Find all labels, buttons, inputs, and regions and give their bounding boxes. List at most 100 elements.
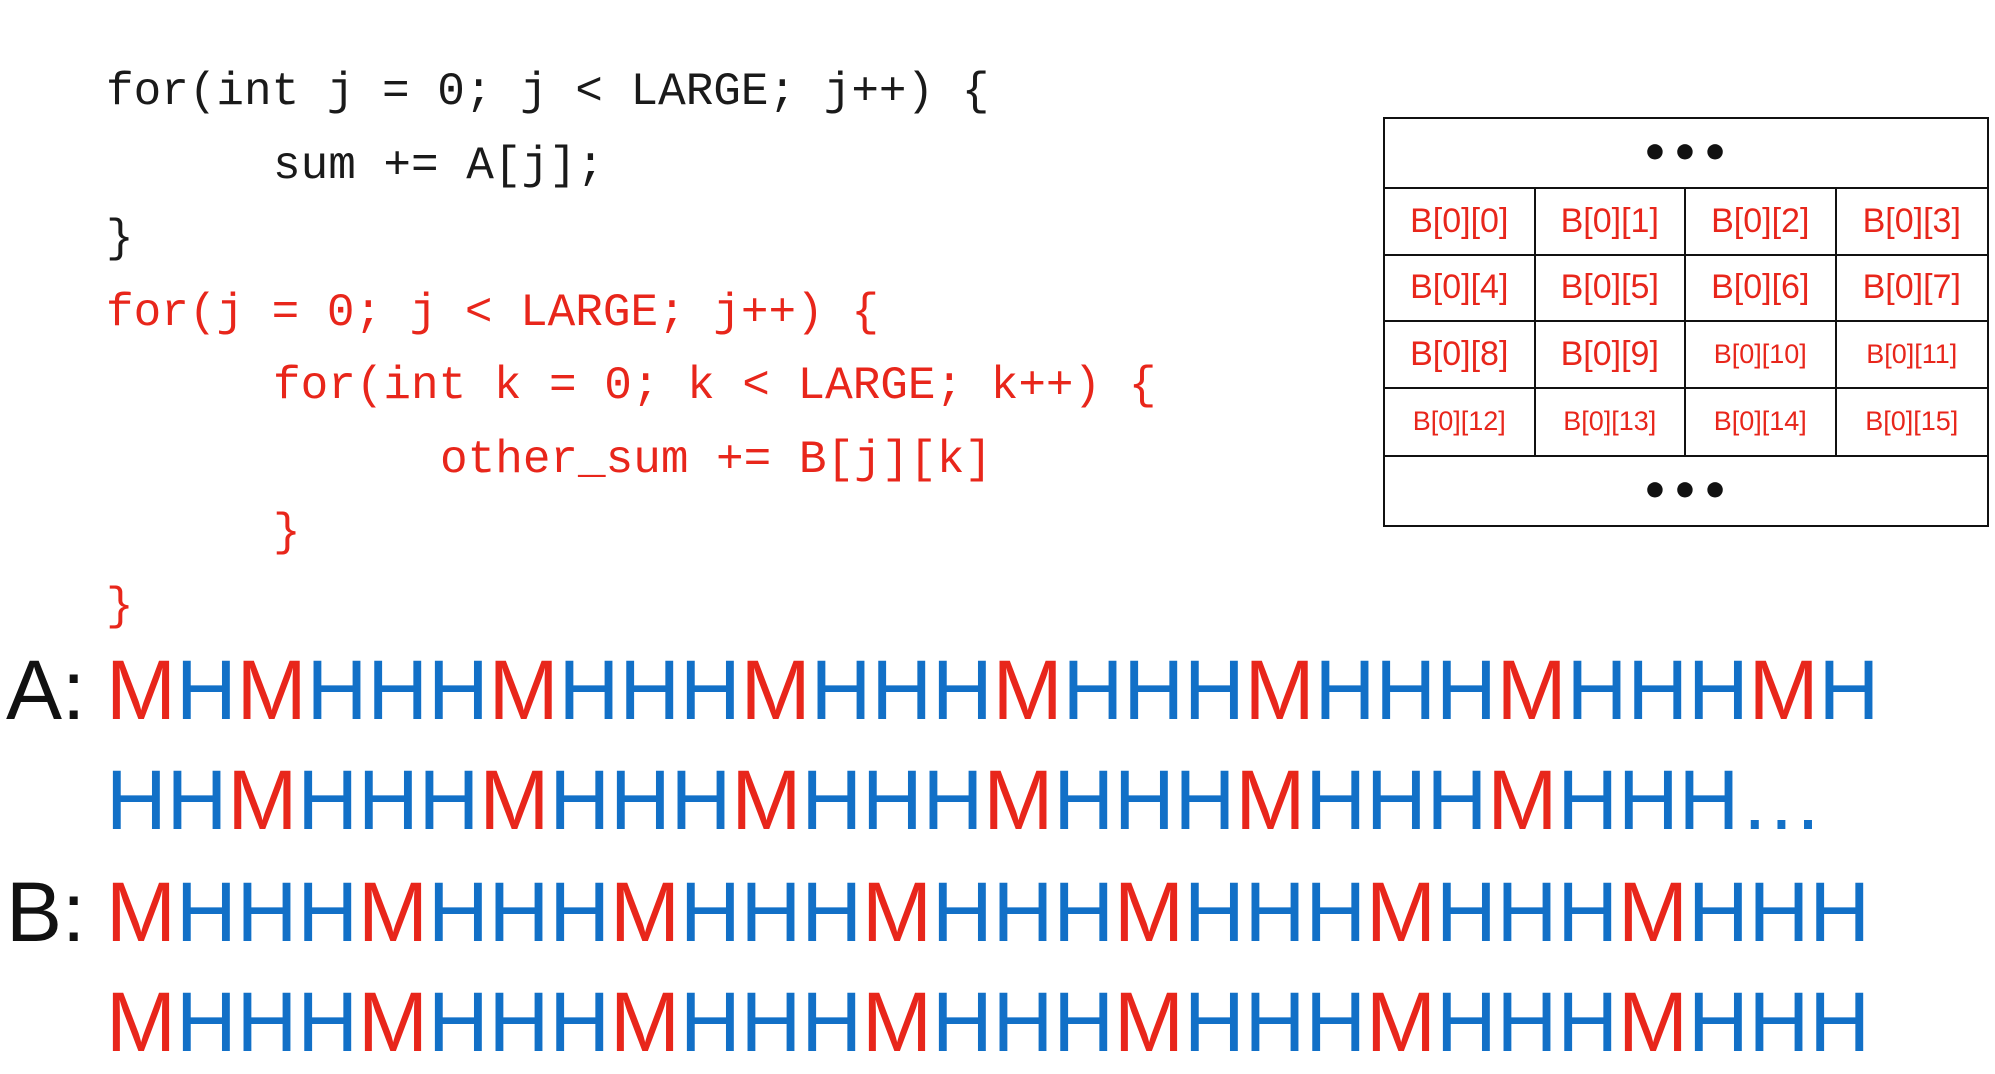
hit-mark: H: [1053, 975, 1114, 1069]
hit-mark: H: [1496, 865, 1558, 959]
hit-mark: H: [801, 975, 862, 1069]
hit-mark: H: [1183, 865, 1245, 959]
hit-mark: H: [558, 643, 620, 737]
hit-mark: H: [1557, 975, 1618, 1069]
hit-mark: H: [1435, 643, 1497, 737]
hit-mark: H: [1375, 643, 1436, 737]
hit-mark: H: [679, 643, 741, 737]
hit-mark: H: [1435, 975, 1497, 1069]
hit-mark: H: [549, 753, 610, 847]
miss-mark: M: [106, 975, 176, 1069]
hit-mark: H: [1809, 865, 1870, 959]
hit-mark: H: [931, 643, 993, 737]
miss-mark: M: [740, 643, 811, 737]
code-line: }: [106, 580, 134, 633]
miss-mark: M: [358, 865, 428, 959]
code-line: for(int k = 0; k < LARGE; k++) {: [273, 360, 1157, 412]
hit-mark: H: [1366, 753, 1427, 847]
hit-mark: H: [1496, 975, 1558, 1069]
miss-mark: M: [106, 643, 176, 737]
hit-mark: H: [549, 975, 610, 1069]
hit-mark: H: [670, 753, 732, 847]
hit-mark: H: [679, 865, 741, 959]
hit-mark: H: [1305, 753, 1366, 847]
hit-mark: H: [931, 975, 993, 1069]
memory-cell: B[0][11]: [1836, 322, 1987, 389]
miss-mark: M: [1114, 975, 1184, 1069]
pattern-b-line-1: MHHHMHHHMHHHMHHHMHHHMHHHMHHH: [106, 862, 1870, 962]
hit-mark: H: [367, 643, 428, 737]
memory-cell: B[0][7]: [1836, 256, 1987, 322]
hit-mark: H: [236, 865, 298, 959]
code-block: for(int j = 0; j < LARGE; j++) { sum += …: [0, 0, 1300, 640]
miss-mark: M: [358, 975, 428, 1069]
code-line: other_sum += B[j][k]: [440, 433, 993, 486]
miss-mark: M: [1496, 643, 1567, 737]
hit-mark: H: [1687, 975, 1749, 1069]
hit-mark: H: [1678, 753, 1740, 847]
memory-cells: B[0][0] B[0][1] B[0][2] B[0][3] B[0][4] …: [1385, 187, 1987, 457]
hit-mark: H: [549, 865, 610, 959]
hit-mark: H: [166, 753, 228, 847]
hit-mark: H: [1748, 975, 1810, 1069]
hit-mark: H: [1809, 975, 1870, 1069]
miss-mark: M: [106, 865, 176, 959]
hit-mark: H: [1305, 975, 1366, 1069]
memory-cell: B[0][9]: [1535, 322, 1686, 389]
memory-cell: B[0][14]: [1686, 388, 1837, 455]
miss-mark: M: [862, 975, 932, 1069]
hit-mark: H: [1123, 643, 1184, 737]
miss-mark: M: [1366, 865, 1436, 959]
hit-mark: H: [1183, 643, 1245, 737]
hit-mark: H: [418, 753, 480, 847]
hit-mark: H: [488, 975, 550, 1069]
hit-mark: H: [1435, 865, 1497, 959]
hit-mark: H: [1748, 865, 1810, 959]
code-line: for(j = 0; j < LARGE; j++) {: [106, 286, 879, 339]
pattern-b-label: B:: [6, 865, 86, 959]
miss-mark: M: [488, 643, 559, 737]
hit-mark: H: [297, 753, 358, 847]
continuation-mark: …: [1739, 753, 1824, 847]
hit-mark: H: [1618, 753, 1679, 847]
hit-mark: H: [175, 975, 237, 1069]
miss-mark: M: [1114, 865, 1184, 959]
code-line: for(int j = 0; j < LARGE; j++) {: [106, 66, 990, 118]
miss-mark: M: [1487, 753, 1558, 847]
hit-mark: H: [488, 865, 550, 959]
hit-mark: H: [679, 975, 741, 1069]
hit-mark: H: [992, 865, 1054, 959]
hit-mark: H: [922, 753, 984, 847]
hit-mark: H: [175, 643, 237, 737]
hit-mark: H: [1687, 643, 1749, 737]
miss-mark: M: [862, 865, 932, 959]
miss-mark: M: [1244, 643, 1315, 737]
code-line: }: [106, 213, 134, 265]
hit-mark: H: [1426, 753, 1488, 847]
hit-mark: H: [1244, 865, 1306, 959]
hit-mark: H: [1566, 643, 1628, 737]
memory-cell: B[0][4]: [1385, 255, 1536, 322]
hit-mark: H: [610, 753, 671, 847]
miss-mark: M: [236, 643, 307, 737]
memory-cell: B[0][6]: [1686, 255, 1837, 322]
memory-cell: B[0][5]: [1535, 255, 1686, 322]
hit-mark: H: [427, 975, 489, 1069]
hit-mark: H: [801, 753, 862, 847]
hit-mark: H: [1557, 865, 1618, 959]
hit-mark: H: [106, 753, 167, 847]
hit-mark: H: [1062, 643, 1124, 737]
memory-cell: B[0][1]: [1535, 189, 1686, 256]
miss-mark: M: [1235, 753, 1306, 847]
memory-cell: B[0][15]: [1865, 406, 1959, 437]
memory-cell: B[0][3]: [1836, 189, 1987, 256]
hit-mark: H: [427, 643, 489, 737]
memory-layout-grid: ••• B[0][0] B[0][1] B[0][2] B[0][3] B[0]…: [1383, 117, 1989, 527]
miss-mark: M: [1366, 975, 1436, 1069]
hit-mark: H: [619, 643, 680, 737]
hit-mark: H: [871, 643, 932, 737]
hit-mark: H: [1174, 753, 1236, 847]
hit-mark: H: [801, 865, 862, 959]
hit-mark: H: [1053, 865, 1114, 959]
miss-mark: M: [610, 865, 680, 959]
